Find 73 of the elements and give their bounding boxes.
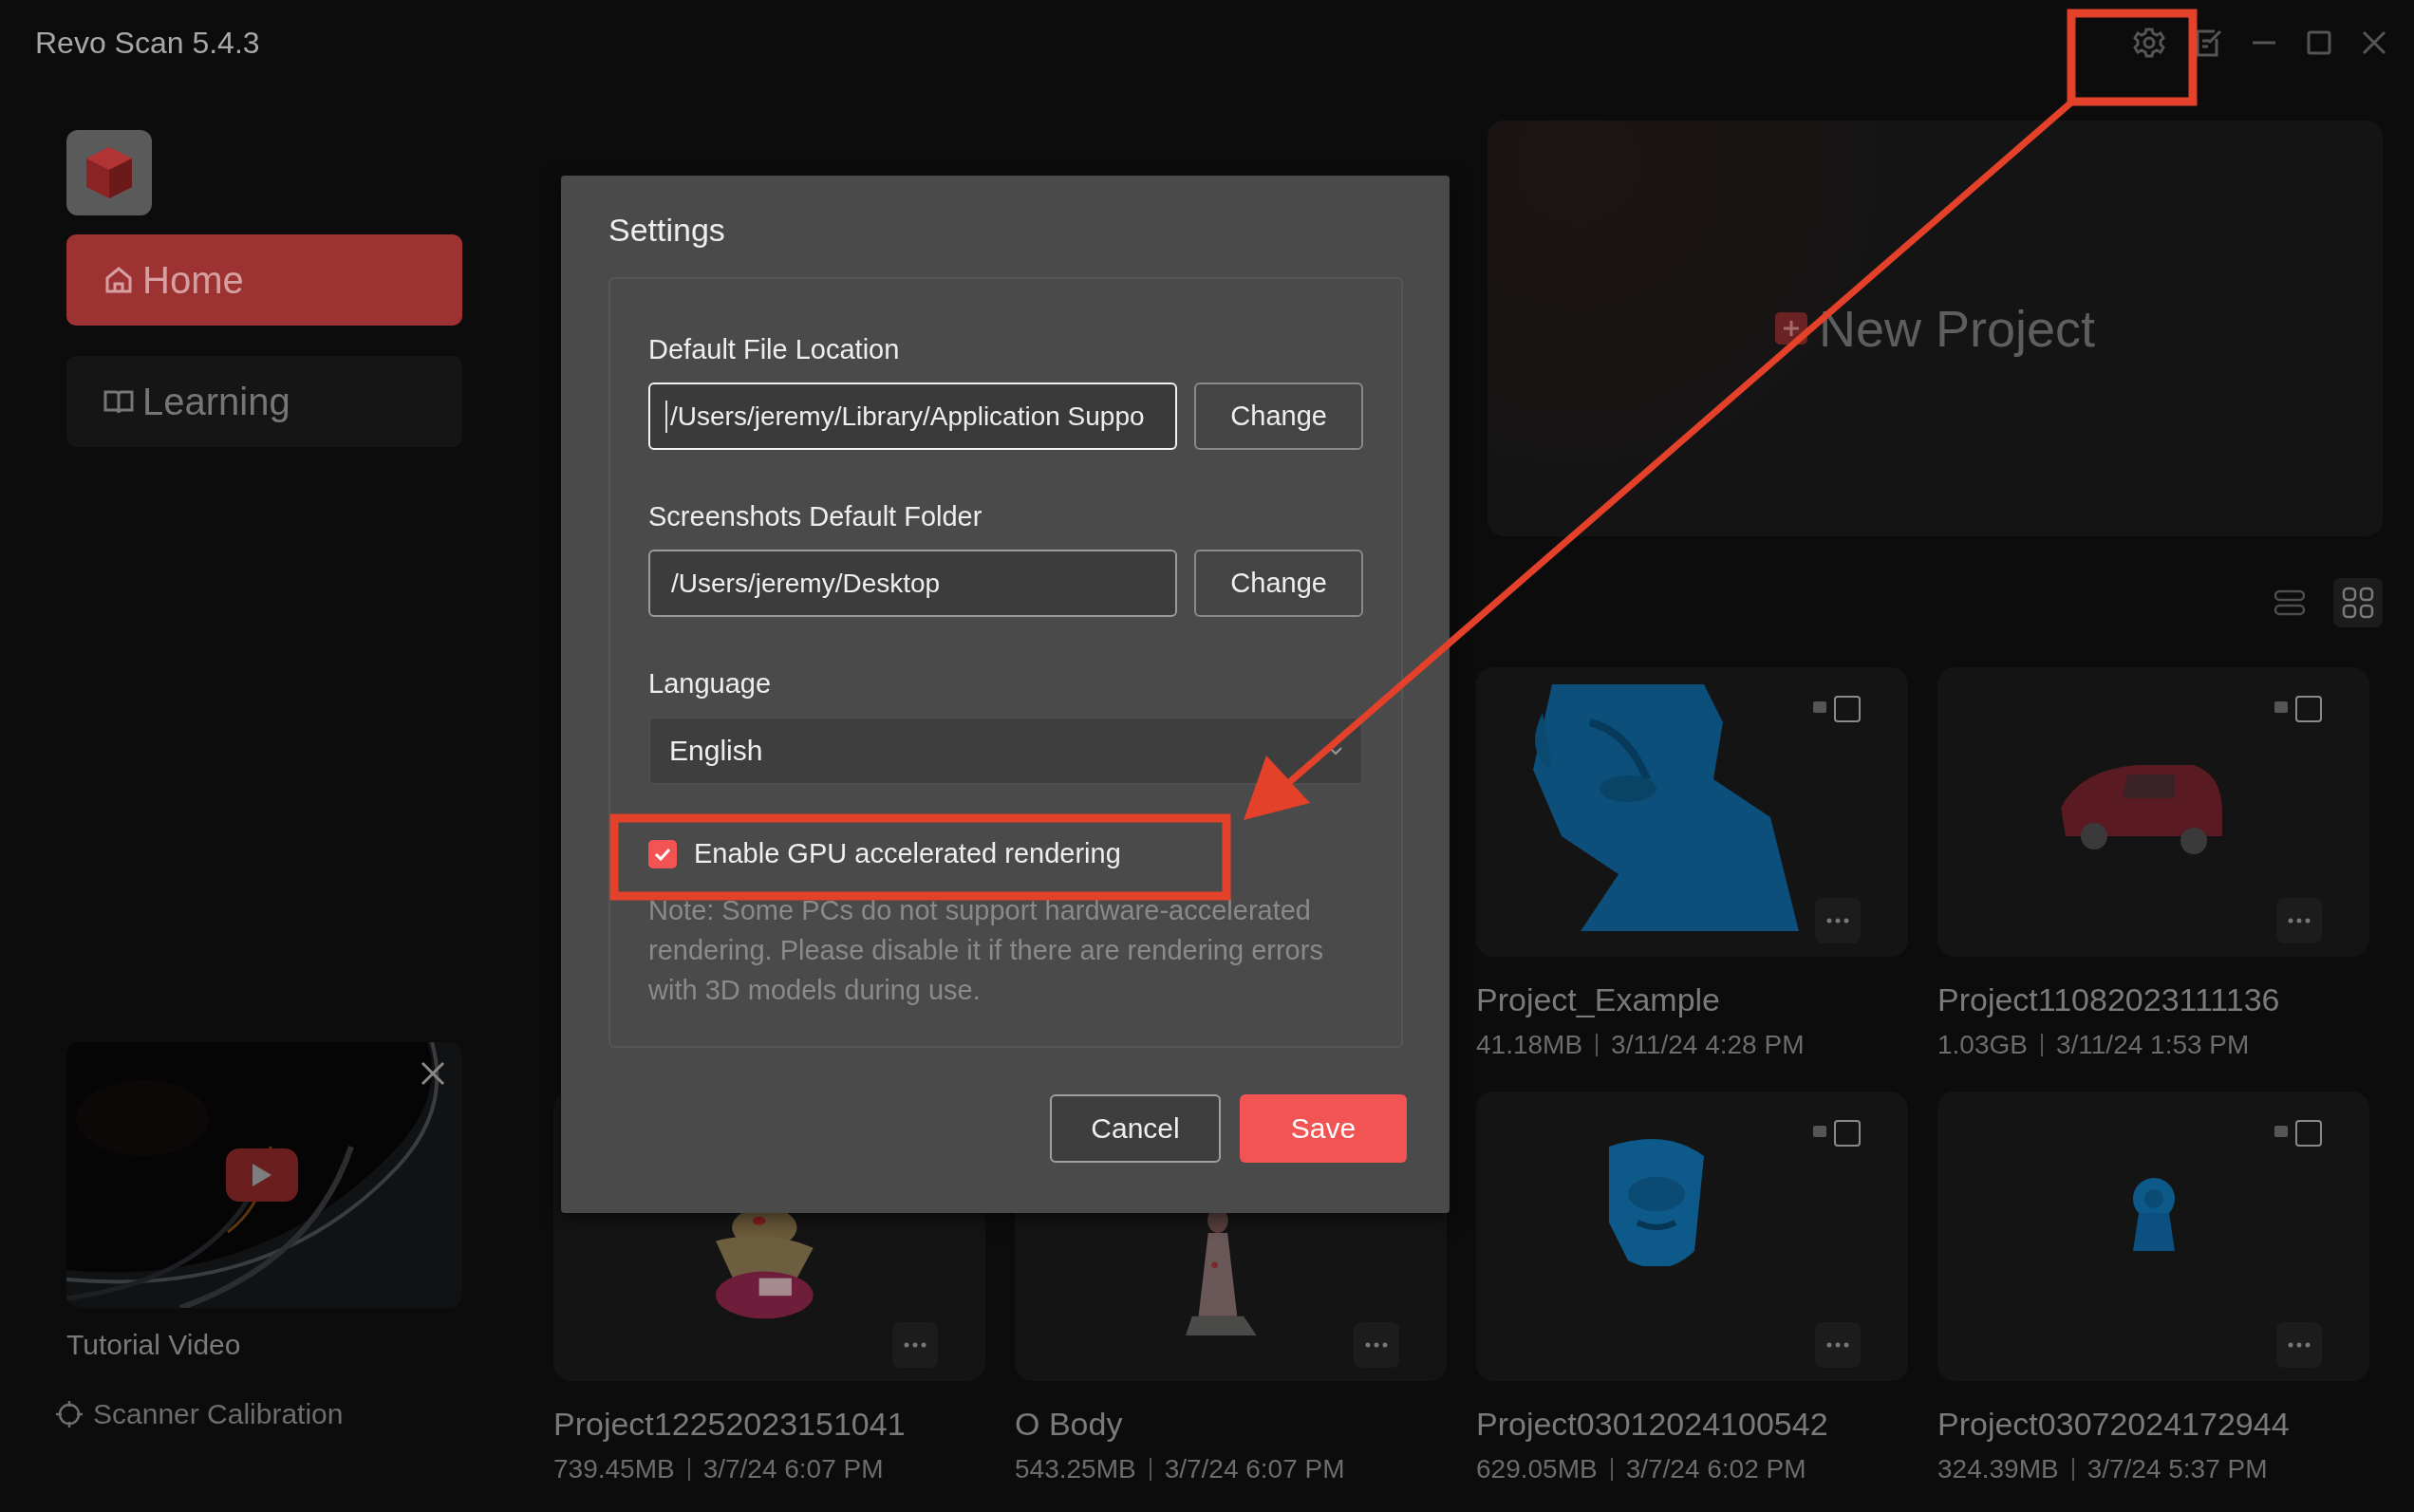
crosshair-icon [55, 1400, 84, 1428]
project-name: O Body [1015, 1406, 1124, 1443]
project-date: 3/7/24 6:07 PM [1164, 1454, 1345, 1484]
model-icon [1813, 701, 1826, 713]
field-label: Default File Location [648, 334, 901, 365]
project-date: 3/11/24 4:28 PM [1611, 1030, 1805, 1060]
grid-icon [2342, 587, 2374, 619]
project-date: 3/7/24 6:02 PM [1625, 1454, 1806, 1484]
model-icon [1813, 1126, 1826, 1137]
check-icon [654, 847, 671, 861]
play-icon [251, 1162, 273, 1188]
language-dropdown[interactable]: English [648, 717, 1363, 785]
select-checkbox[interactable] [2295, 1120, 2322, 1147]
more-button[interactable] [1354, 1322, 1399, 1368]
project-date: 3/11/24 1:53 PM [2055, 1030, 2250, 1060]
dialog-title: Settings [608, 212, 726, 249]
project-size: 629.05MB [1476, 1454, 1598, 1484]
path-field[interactable]: /Users/jeremy/Desktop [648, 550, 1178, 617]
maximize-icon[interactable] [2306, 29, 2332, 56]
more-button[interactable] [2276, 898, 2322, 943]
calibration-link[interactable]: Scanner Calibration [55, 1388, 462, 1441]
play-button[interactable] [226, 1148, 298, 1202]
chevron-down-icon [1329, 746, 1342, 756]
note-text: Note: Some PCs do not support hardware-accelerated rendering. Please disable it if there are rendering errors with 3D models during use. [648, 894, 1324, 1007]
more-button[interactable] [892, 1322, 938, 1368]
window-title: Revo Scan 5.4.3 [35, 25, 261, 61]
select-checkbox[interactable] [2295, 696, 2322, 722]
model-icon [2274, 1126, 2288, 1137]
more-button[interactable] [1815, 898, 1861, 943]
thumbnail-card[interactable] [1476, 667, 1908, 957]
project-size: 324.39MB [1937, 1454, 2059, 1484]
thumbnail-card[interactable] [1937, 1092, 2369, 1381]
more-button[interactable] [1815, 1322, 1861, 1368]
project-name: Project12252023151041 [553, 1406, 907, 1443]
thumbnail-card[interactable] [1476, 1092, 1908, 1381]
close-icon [421, 1061, 445, 1086]
project-size: 41.18MB [1476, 1030, 1583, 1060]
nav-item[interactable]: Learning [66, 356, 462, 447]
more-icon [904, 1342, 926, 1348]
gpu-checkbox[interactable] [648, 839, 677, 868]
thumbnail-card[interactable] [1937, 667, 2369, 957]
new-project-label: New Project [1818, 299, 2096, 358]
project-size: 543.25MB [1015, 1454, 1136, 1484]
path-field[interactable]: /Users/jeremy/Library/Application Suppo [648, 383, 1178, 450]
project-size: 739.45MB [553, 1454, 675, 1484]
more-icon [2288, 1342, 2311, 1348]
change-button[interactable]: Change [1194, 550, 1363, 617]
cancel-button[interactable]: Cancel [1050, 1094, 1221, 1163]
more-button[interactable] [2276, 1322, 2322, 1368]
more-icon [2288, 918, 2311, 924]
select-checkbox[interactable] [1834, 696, 1861, 722]
field-label: Language [648, 668, 773, 700]
more-icon [1826, 918, 1849, 924]
close-button[interactable] [421, 1061, 445, 1086]
checkbox-label: Enable GPU accelerated rendering [694, 838, 1121, 869]
field-label: Screenshots Default Folder [648, 501, 983, 532]
project-date: 3/7/24 6:07 PM [702, 1454, 884, 1484]
list-icon [2274, 588, 2306, 617]
project-name: Project_Example [1476, 981, 1721, 1018]
more-icon [1365, 1342, 1388, 1348]
select-checkbox[interactable] [1834, 1120, 1861, 1147]
change-button[interactable]: Change [1194, 383, 1363, 450]
project-name: Project11082023111136 [1937, 981, 2281, 1018]
project-name: Project03012024100542 [1476, 1406, 1829, 1443]
settings-icon[interactable] [2133, 27, 2165, 59]
project-date: 3/7/24 5:37 PM [2087, 1454, 2268, 1484]
more-icon [1826, 1342, 1849, 1348]
project-name: Project03072024172944 [1937, 1406, 2291, 1443]
close-icon[interactable] [2361, 29, 2387, 56]
project-size: 1.03GB [1937, 1030, 2028, 1060]
tutorial-caption: Tutorial Video [66, 1329, 242, 1361]
model-icon [2274, 701, 2288, 713]
grid-view-button[interactable] [2333, 578, 2383, 627]
